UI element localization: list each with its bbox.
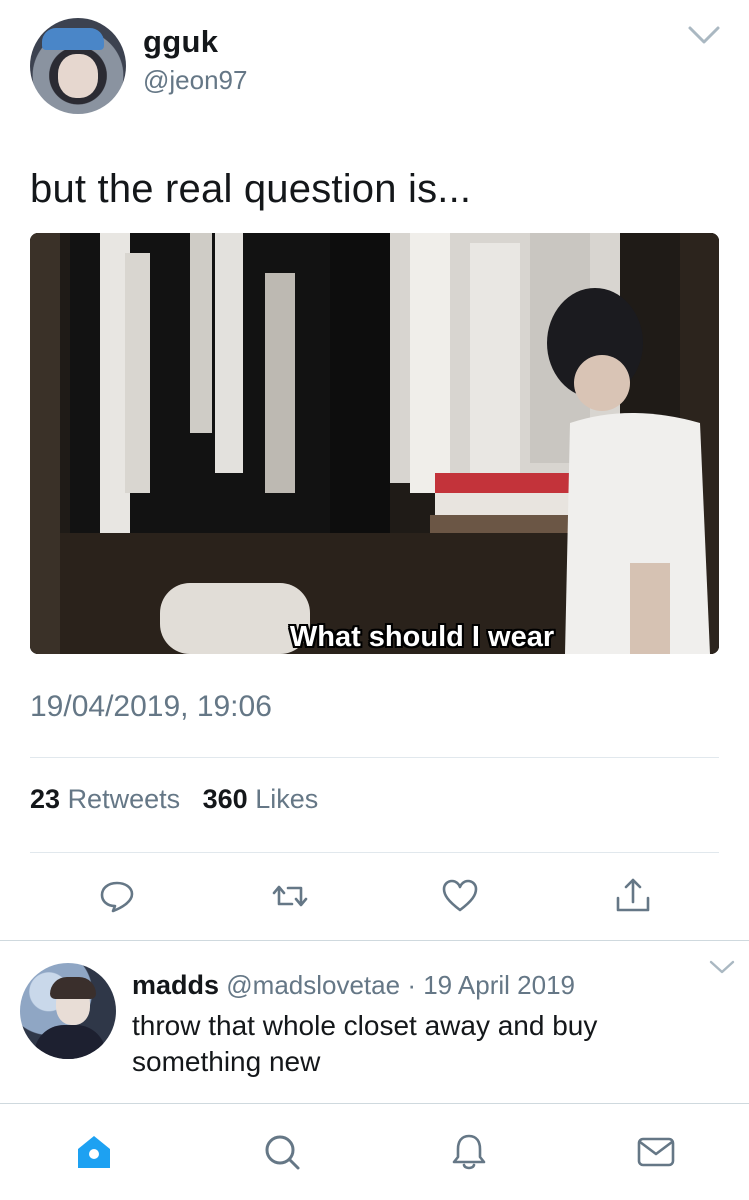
reply-date: 19 April 2019	[423, 970, 576, 1000]
divider	[30, 852, 719, 853]
tweet-media[interactable]: What should I wear	[30, 233, 719, 654]
retweets-label[interactable]: Retweets	[68, 784, 181, 814]
messages-icon[interactable]	[636, 1132, 676, 1172]
author-handle[interactable]: @jeon97	[143, 65, 247, 96]
avatar-hair	[50, 977, 96, 999]
divider	[30, 757, 719, 758]
retweet-icon[interactable]	[270, 876, 310, 916]
likes-count[interactable]: 360	[203, 784, 248, 814]
tweet-text: but the real question is...	[30, 167, 472, 211]
tweet-timestamp: 19/04/2019, 19:06	[30, 690, 272, 723]
reply-header: madds @madslovetae · 19 April 2019	[132, 970, 575, 1001]
chevron-down-icon[interactable]	[686, 22, 722, 48]
avatar-shirt	[34, 1025, 106, 1059]
reply-author-avatar[interactable]	[20, 963, 116, 1059]
like-icon[interactable]	[440, 876, 480, 916]
author-name[interactable]: gguk	[143, 24, 218, 60]
reply-icon[interactable]	[97, 876, 137, 916]
avatar-face	[58, 54, 98, 98]
section-divider	[0, 940, 749, 941]
likes-label[interactable]: Likes	[255, 784, 318, 814]
author-avatar[interactable]	[30, 18, 126, 114]
reply-author-handle[interactable]: @madslovetae	[226, 970, 400, 1000]
retweets-count[interactable]: 23	[30, 784, 60, 814]
chevron-down-icon[interactable]	[708, 958, 736, 976]
share-icon[interactable]	[613, 876, 653, 916]
reply-author-name[interactable]: madds	[132, 970, 219, 1000]
reply-text: throw that whole closet away and buy som…	[132, 1010, 598, 1077]
tweet-stats: 23 Retweets 360 Likes	[30, 784, 318, 815]
closet-photo	[30, 233, 719, 654]
media-caption: What should I wear	[289, 621, 555, 653]
meta-separator: ·	[407, 970, 416, 1000]
home-icon[interactable]	[74, 1132, 114, 1172]
search-icon[interactable]	[262, 1132, 302, 1172]
avatar-cap	[42, 28, 104, 50]
notifications-icon[interactable]	[449, 1132, 489, 1172]
